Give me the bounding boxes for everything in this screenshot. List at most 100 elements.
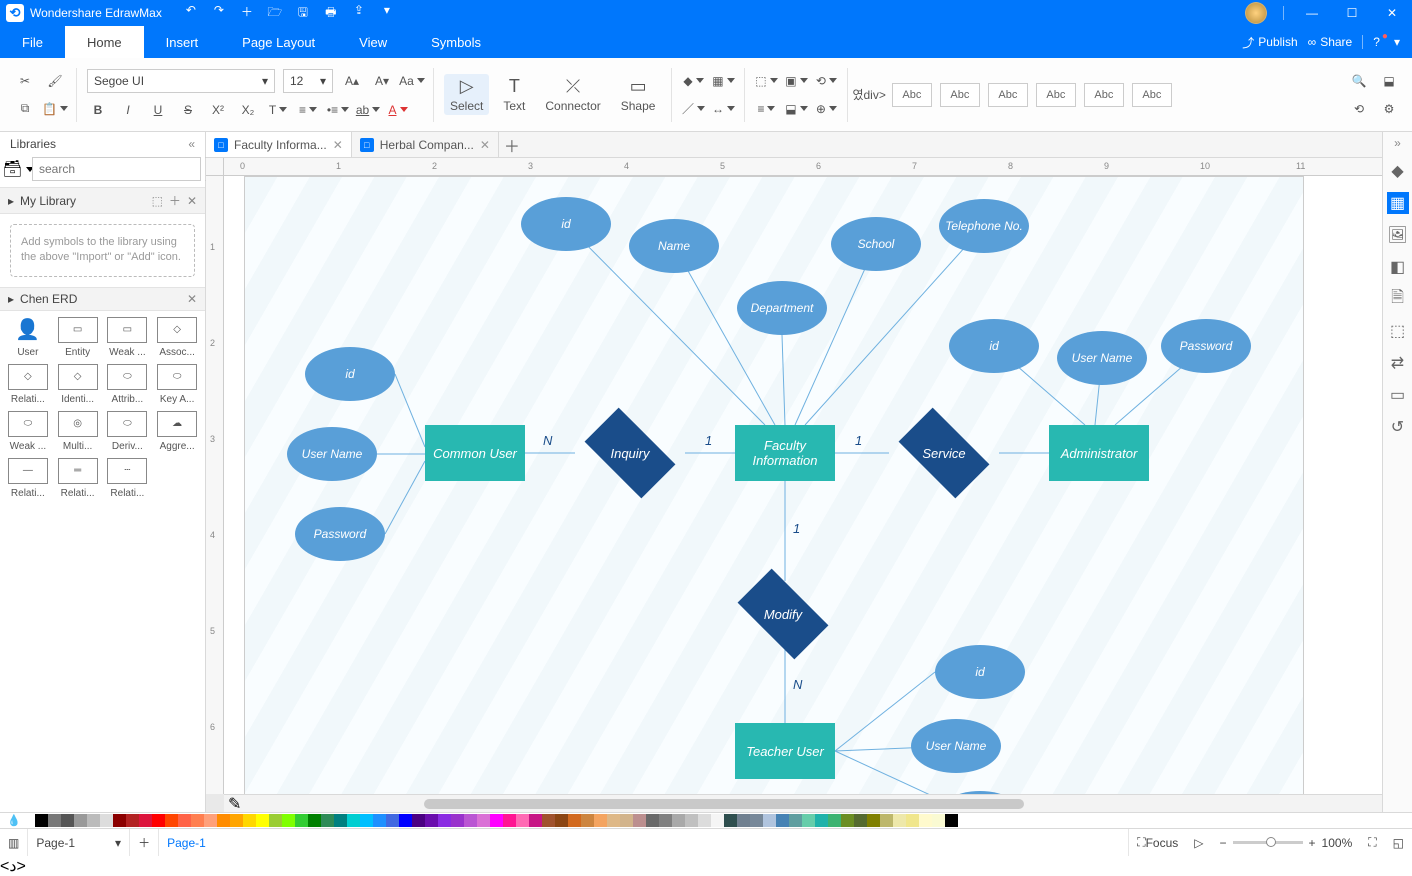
spacing-icon[interactable]: T: [267, 99, 289, 121]
color-swatch[interactable]: [308, 814, 321, 827]
color-swatch[interactable]: [165, 814, 178, 827]
fit-page-button[interactable]: ⛶: [1360, 829, 1384, 856]
page-selector[interactable]: Page-1▾: [28, 829, 130, 856]
color-swatch[interactable]: [932, 814, 945, 827]
shape-style-3[interactable]: Abc: [1036, 83, 1076, 107]
shape-deriv...[interactable]: ⬭Deriv...: [104, 411, 152, 452]
rail-btn-5[interactable]: ⬚: [1387, 320, 1409, 342]
entity-common[interactable]: Common User: [425, 425, 525, 481]
shape-style-1[interactable]: Abc: [940, 83, 980, 107]
shape-entity[interactable]: ▭Entity: [54, 317, 102, 358]
color-swatch[interactable]: [139, 814, 152, 827]
attribute-7[interactable]: Telephone No.: [939, 199, 1029, 253]
color-swatch[interactable]: [191, 814, 204, 827]
shadow-icon[interactable]: ▦: [712, 70, 734, 92]
color-swatch[interactable]: [48, 814, 61, 827]
color-swatch[interactable]: [334, 814, 347, 827]
color-swatch[interactable]: [568, 814, 581, 827]
select-tool[interactable]: ▷Select: [444, 74, 489, 115]
shape-user[interactable]: 👤User: [4, 317, 52, 358]
color-swatch[interactable]: [607, 814, 620, 827]
expand-right-icon[interactable]: »: [1383, 136, 1412, 150]
copy-icon[interactable]: ⧉: [14, 98, 36, 120]
fullscreen-button[interactable]: ◱: [1385, 829, 1412, 856]
menu-tab-view[interactable]: View: [337, 26, 409, 58]
color-swatch[interactable]: [919, 814, 932, 827]
shape-relati...[interactable]: ◇Relati...: [4, 364, 52, 405]
maximize-button[interactable]: ☐: [1332, 0, 1372, 26]
color-swatch[interactable]: [61, 814, 74, 827]
eyedropper-icon[interactable]: ✎: [224, 794, 245, 813]
align-obj-icon[interactable]: ⬚: [755, 70, 777, 92]
color-swatch[interactable]: [35, 814, 48, 827]
page[interactable]: Common UserFaculty InformationAdministra…: [244, 176, 1304, 794]
color-swatch[interactable]: [113, 814, 126, 827]
color-swatch[interactable]: [893, 814, 906, 827]
entity-admin[interactable]: Administrator: [1049, 425, 1149, 481]
color-swatch[interactable]: [633, 814, 646, 827]
color-swatch[interactable]: [360, 814, 373, 827]
highlight-icon[interactable]: ab: [357, 99, 379, 121]
color-swatch[interactable]: [815, 814, 828, 827]
color-swatch[interactable]: [243, 814, 256, 827]
color-dropper-icon[interactable]: 💧: [6, 813, 22, 829]
zoom-in-button[interactable]: +: [1309, 836, 1316, 850]
rail-btn-3[interactable]: ◧: [1387, 256, 1409, 278]
menu-tab-home[interactable]: Home: [65, 26, 144, 58]
color-swatch[interactable]: [711, 814, 724, 827]
color-swatch[interactable]: [503, 814, 516, 827]
color-swatch[interactable]: [581, 814, 594, 827]
color-swatch[interactable]: [22, 814, 35, 827]
menu-tab-insert[interactable]: Insert: [144, 26, 221, 58]
color-swatch[interactable]: [555, 814, 568, 827]
rotate-icon[interactable]: ⟲: [815, 70, 837, 92]
color-swatch[interactable]: [464, 814, 477, 827]
play-button[interactable]: ▷: [1186, 829, 1211, 856]
menu-tab-file[interactable]: File: [0, 26, 65, 58]
color-swatch[interactable]: [204, 814, 217, 827]
rail-btn-4[interactable]: 🗎: [1387, 288, 1409, 310]
shape-key a...[interactable]: ⬭Key A...: [153, 364, 201, 405]
close-button[interactable]: ✕: [1372, 0, 1412, 26]
relation-service[interactable]: Service: [889, 420, 999, 486]
qat-btn-7[interactable]: ▾: [376, 3, 398, 24]
line-icon[interactable]: ／: [682, 98, 704, 120]
color-swatch[interactable]: [477, 814, 490, 827]
shape-weak ...[interactable]: ▭Weak ...: [104, 317, 152, 358]
publish-button[interactable]: ⤴ Publish: [1242, 34, 1297, 51]
color-swatch[interactable]: [100, 814, 113, 827]
menu-tab-symbols[interactable]: Symbols: [409, 26, 503, 58]
color-swatch[interactable]: [542, 814, 555, 827]
rail-btn-7[interactable]: ▭: [1387, 384, 1409, 406]
rail-btn-6[interactable]: ⇄: [1387, 352, 1409, 374]
canvas[interactable]: Common UserFaculty InformationAdministra…: [224, 176, 1382, 794]
close-tab-icon[interactable]: ✕: [480, 138, 490, 152]
rail-btn-8[interactable]: ↺: [1387, 416, 1409, 438]
color-swatch[interactable]: [724, 814, 737, 827]
color-swatch[interactable]: [399, 814, 412, 827]
color-swatch[interactable]: [321, 814, 334, 827]
attribute-6[interactable]: School: [831, 217, 921, 271]
options-icon[interactable]: ⚙: [1378, 98, 1400, 120]
color-swatch[interactable]: [945, 814, 958, 827]
color-swatch[interactable]: [516, 814, 529, 827]
qat-btn-6[interactable]: ⇪: [348, 3, 370, 24]
entity-teacher[interactable]: Teacher User: [735, 723, 835, 779]
rail-btn-0[interactable]: ◆: [1387, 160, 1409, 182]
bullets-icon[interactable]: •≡: [327, 99, 349, 121]
rail-btn-2[interactable]: 🖼: [1387, 224, 1409, 246]
color-swatch[interactable]: [594, 814, 607, 827]
arrow-icon[interactable]: ↔: [712, 98, 734, 120]
qat-btn-3[interactable]: 🗁: [264, 3, 286, 24]
color-swatch[interactable]: [451, 814, 464, 827]
color-swatch[interactable]: [880, 814, 893, 827]
shape-relati...[interactable]: —Relati...: [4, 458, 52, 499]
qat-btn-0[interactable]: ↶: [180, 3, 202, 24]
attribute-10[interactable]: Password: [1161, 319, 1251, 373]
collapse-panel-icon[interactable]: «: [188, 137, 195, 151]
case-icon[interactable]: Aa: [401, 70, 423, 92]
shape-assoc...[interactable]: ◇Assoc...: [153, 317, 201, 358]
qat-btn-2[interactable]: ＋: [236, 3, 258, 24]
library-menu-icon[interactable]: 🗃: [8, 159, 28, 179]
help-button[interactable]: ?●▾: [1373, 35, 1400, 49]
